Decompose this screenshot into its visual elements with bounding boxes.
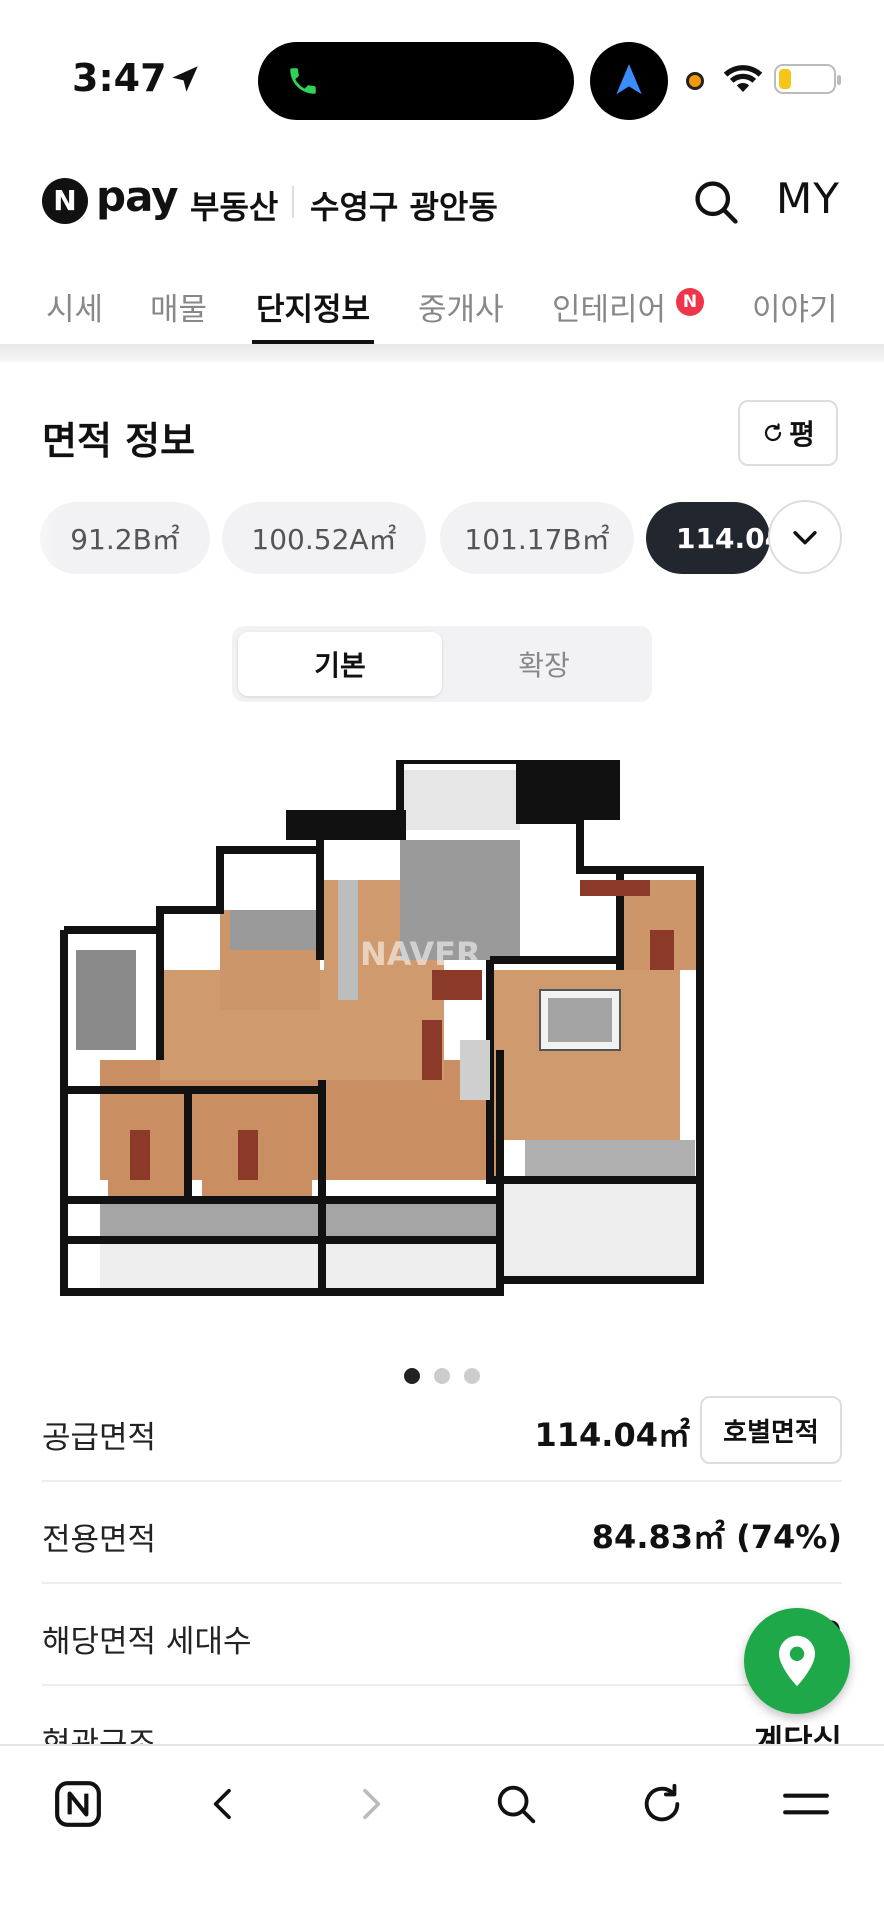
app-header: N pay 부동산 수영구 광안동 MY [0, 160, 884, 240]
unit-toggle-label: 평 [789, 418, 815, 451]
header-divider [292, 186, 294, 218]
info-label: 해당면적 세대수 [42, 1624, 252, 1660]
refresh-small-icon [765, 423, 782, 442]
browser-bottom-bar [0, 1744, 884, 1920]
info-label: 전용면적 [42, 1522, 157, 1558]
tab-complex-info[interactable]: 단지정보 [256, 284, 370, 329]
tab-interior[interactable]: 인테리어 [552, 284, 666, 329]
phone-call-icon [290, 68, 316, 94]
segment-basic[interactable]: 기본 [238, 632, 442, 696]
refresh-button[interactable] [632, 1774, 692, 1834]
my-page-button[interactable]: MY [776, 174, 840, 223]
new-badge: N [676, 288, 704, 316]
forward-button[interactable] [340, 1774, 400, 1834]
expand-chips-button[interactable] [768, 500, 842, 574]
area-chip-list: 91.2B㎡ 100.52A㎡ 101.17B㎡ 114.04 [0, 500, 884, 574]
pay-wordmark[interactable]: pay [96, 172, 178, 221]
info-value: 114.04㎡ [534, 1416, 691, 1454]
wifi-icon [723, 65, 763, 92]
status-time: 3:47 [72, 56, 167, 100]
status-bar: 3:47 [0, 0, 884, 140]
floorplan-watermark: NAVER [360, 935, 481, 973]
tab-price[interactable]: 시세 [46, 284, 103, 329]
segment-expanded[interactable]: 확장 [442, 632, 646, 696]
battery-icon [774, 64, 841, 94]
floor-plan-image[interactable]: NAVER [60, 760, 820, 1300]
privacy-indicator-dot [686, 72, 704, 90]
area-chip-selected[interactable]: 114.04 [646, 502, 770, 574]
back-button[interactable] [194, 1774, 254, 1834]
info-row-supply-area: 공급면적 114.04㎡ 호별면적 [42, 1382, 842, 1482]
main-tabs: 시세 매물 단지정보 중개사 인테리어 N 이야기 [0, 268, 884, 344]
naver-home-button[interactable] [48, 1774, 108, 1834]
info-label: 공급면적 [42, 1420, 157, 1456]
chip-fade-left [0, 502, 60, 574]
tab-listings[interactable]: 매물 [150, 284, 207, 329]
navigation-arrow-icon [616, 64, 642, 95]
section-title: 면적 정보 [42, 419, 196, 463]
unit-toggle-button[interactable]: 평 [738, 400, 838, 466]
search-icon[interactable] [690, 176, 742, 228]
naver-pay-logo-icon[interactable]: N [42, 178, 88, 224]
chevron-down-icon [793, 531, 817, 545]
naver-home-icon [55, 1781, 101, 1827]
location-arrow-icon [172, 66, 198, 92]
unit-area-button[interactable]: 호별면적 [700, 1396, 842, 1464]
service-name[interactable]: 부동산 [190, 182, 278, 228]
info-row-household-count: 해당면적 세대수 9 [42, 1586, 842, 1686]
map-pin-icon [779, 1635, 815, 1687]
dynamic-island[interactable] [258, 42, 574, 120]
search-icon [497, 1785, 536, 1824]
menu-button[interactable] [776, 1774, 836, 1834]
refresh-icon [644, 1783, 680, 1822]
menu-icon [783, 1793, 829, 1815]
tab-stories[interactable]: 이야기 [752, 284, 838, 329]
tab-agencies[interactable]: 중개사 [418, 284, 504, 329]
area-chip[interactable]: 100.52A㎡ [222, 502, 426, 574]
map-location-button[interactable] [744, 1608, 850, 1714]
plan-type-segmented-control: 기본 확장 [232, 626, 652, 702]
info-row-exclusive-area: 전용면적 84.83㎡ (74%) [42, 1484, 842, 1584]
area-chip[interactable]: 101.17B㎡ [440, 502, 634, 574]
forward-arrow-icon [363, 1788, 381, 1820]
area-chip[interactable]: 91.2B㎡ [40, 502, 210, 574]
browser-search-button[interactable] [486, 1774, 546, 1834]
back-arrow-icon [213, 1788, 231, 1820]
info-value: 84.83㎡ (74%) [591, 1518, 842, 1556]
section-separator [0, 344, 884, 362]
region-selector[interactable]: 수영구 광안동 [310, 182, 498, 228]
navigation-app-indicator[interactable] [590, 42, 668, 120]
